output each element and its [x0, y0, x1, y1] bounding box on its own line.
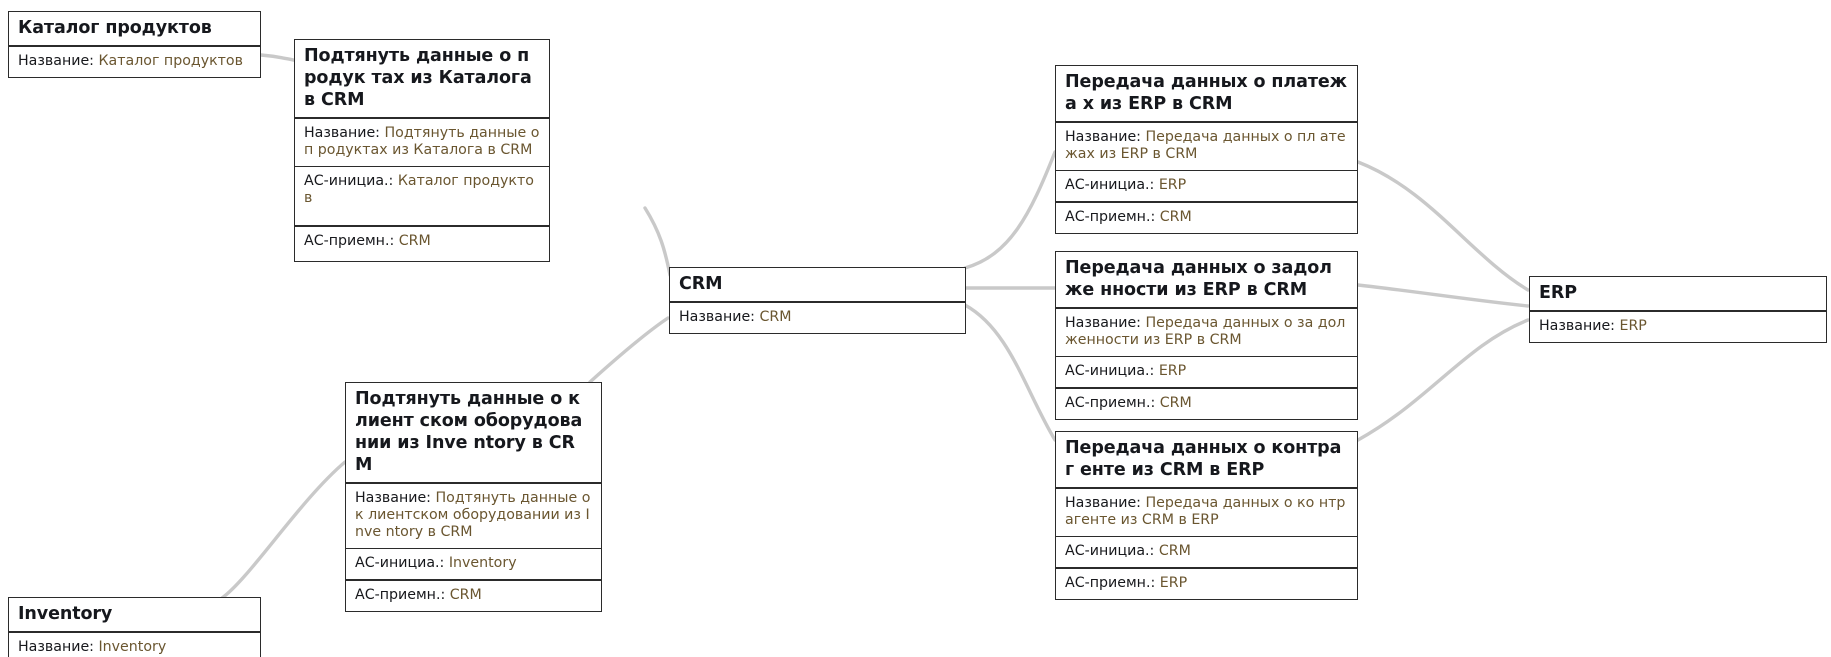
node-crm[interactable]: CRM Название: CRM [669, 267, 966, 334]
field-value: ERP [1158, 177, 1187, 194]
node-pull-equipment[interactable]: Подтянуть данные о клиент ском оборудова… [345, 382, 602, 612]
node-debt-row-receiver: АС-приемн.: CRM [1056, 389, 1357, 419]
node-pull-products-row-name: Название: Подтянуть данные о п родуктах … [295, 119, 549, 166]
node-debt[interactable]: Передача данных о задолже нности из ERP … [1055, 251, 1358, 420]
field-label: АС-инициа.: [1065, 543, 1159, 560]
field-value: Каталог продуктов [98, 52, 243, 69]
node-debt-row-initiator: АС-инициа.: ERP [1056, 357, 1357, 387]
node-inventory-row-name: Название: Inventory [9, 633, 260, 657]
field-label: Название: [1065, 128, 1146, 145]
edge-crm-to-pull-equipment [588, 316, 670, 384]
edge-pull-products-to-crm [643, 206, 672, 277]
field-label: Название: [1065, 494, 1146, 511]
node-crm-title: CRM [679, 274, 723, 294]
field-value: CRM [1159, 394, 1192, 411]
field-label: АС-приемн.: [1065, 208, 1160, 225]
field-label: Название: [1539, 317, 1620, 334]
node-payments-title: Передача данных о платежа х из ERP в CRM [1065, 72, 1347, 114]
field-value: ERP [1619, 317, 1647, 334]
edge-counterparty-to-erp [1356, 318, 1530, 442]
node-pull-equipment-row-name: Название: Подтянуть данные о к лиентском… [346, 484, 601, 548]
field-value: CRM [1158, 543, 1191, 560]
node-payments[interactable]: Передача данных о платежа х из ERP в CRM… [1055, 65, 1358, 234]
field-label: АС-инициа.: [304, 173, 398, 190]
node-pull-products-title: Подтянуть данные о продук тах из Каталог… [304, 46, 532, 110]
field-label: АС-приемн.: [355, 586, 450, 603]
node-catalog-title: Каталог продуктов [18, 18, 212, 38]
field-label: Название: [355, 489, 436, 506]
node-inventory-title: Inventory [18, 604, 113, 624]
field-label: Название: [304, 124, 385, 141]
node-pull-products-row-receiver: АС-приемн.: CRM [295, 227, 549, 261]
field-value: Inventory [448, 555, 517, 572]
field-value: ERP [1159, 574, 1188, 591]
field-label: Название: [679, 308, 760, 325]
node-erp[interactable]: ERP Название: ERP [1529, 276, 1827, 343]
diagram-canvas: Каталог продуктов Название: Каталог прод… [0, 0, 1831, 657]
node-catalog[interactable]: Каталог продуктов Название: Каталог прод… [8, 11, 261, 78]
edge-debt-to-erp [1356, 283, 1530, 308]
node-pull-equipment-title: Подтянуть данные о клиент ском оборудова… [355, 389, 583, 475]
field-value: ERP [1158, 363, 1187, 380]
edge-crm-to-payments [963, 150, 1057, 270]
field-label: Название: [1065, 314, 1146, 331]
edge-pull-equipment-to-inventory [220, 460, 347, 600]
field-label: АС-приемн.: [1065, 394, 1160, 411]
field-value: CRM [449, 586, 482, 603]
field-label: АС-приемн.: [1065, 574, 1160, 591]
node-debt-title: Передача данных о задолже нности из ERP … [1065, 258, 1332, 300]
field-value: Inventory [98, 638, 167, 655]
node-inventory[interactable]: Inventory Название: Inventory [8, 597, 261, 657]
node-crm-row-name: Название: CRM [670, 303, 965, 333]
node-counterparty[interactable]: Передача данных о контраг енте из CRM в … [1055, 431, 1358, 600]
field-label: Название: [18, 638, 99, 655]
edge-payments-to-erp [1356, 160, 1530, 292]
edge-crm-to-counterparty [963, 303, 1057, 442]
node-pull-products-row-initiator: АС-инициа.: Каталог продуктов [295, 167, 549, 225]
node-payments-row-receiver: АС-приемн.: CRM [1056, 203, 1357, 233]
node-counterparty-row-initiator: АС-инициа.: CRM [1056, 537, 1357, 567]
node-pull-equipment-row-initiator: АС-инициа.: Inventory [346, 549, 601, 579]
field-label: АС-инициа.: [1065, 363, 1159, 380]
field-value: CRM [398, 232, 431, 249]
node-erp-title: ERP [1539, 283, 1577, 303]
field-value: CRM [1159, 208, 1192, 225]
node-pull-equipment-row-receiver: АС-приемн.: CRM [346, 581, 601, 611]
field-label: Название: [18, 52, 99, 69]
field-label: АС-инициа.: [1065, 177, 1159, 194]
field-label: АС-приемн.: [304, 232, 399, 249]
field-value: CRM [759, 308, 792, 325]
node-counterparty-row-name: Название: Передача данных о ко нтрагенте… [1056, 489, 1357, 536]
node-pull-products[interactable]: Подтянуть данные о продук тах из Каталог… [294, 39, 550, 262]
node-counterparty-title: Передача данных о контраг енте из CRM в … [1065, 438, 1342, 480]
node-counterparty-row-receiver: АС-приемн.: ERP [1056, 569, 1357, 599]
node-payments-row-initiator: АС-инициа.: ERP [1056, 171, 1357, 201]
node-catalog-row-name: Название: Каталог продуктов [9, 47, 260, 77]
node-payments-row-name: Название: Передача данных о пл атежах из… [1056, 123, 1357, 170]
field-label: АС-инициа.: [355, 555, 449, 572]
node-debt-row-name: Название: Передача данных о за долженнос… [1056, 309, 1357, 356]
node-erp-row-name: Название: ERP [1530, 312, 1826, 342]
